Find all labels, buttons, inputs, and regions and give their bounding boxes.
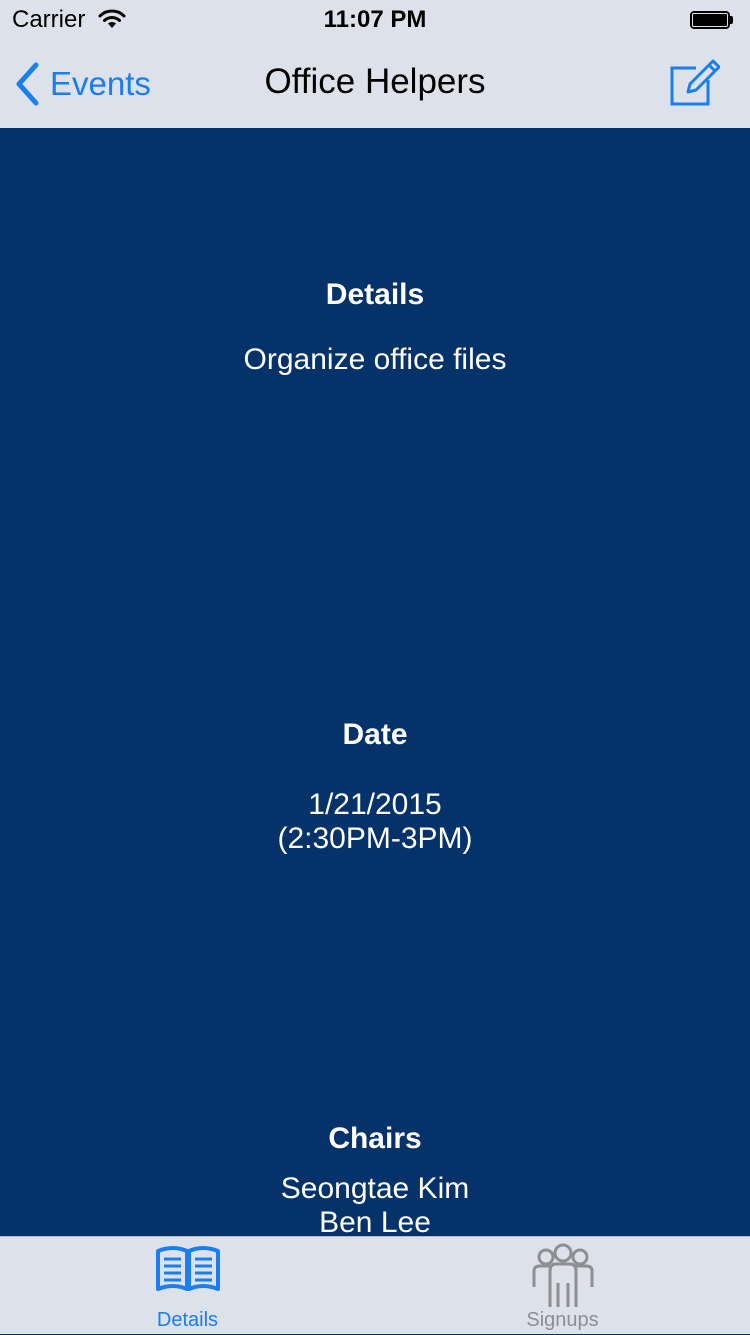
top-bar: Carrier 11:07 PM Events Office Helpers <box>0 0 750 128</box>
compose-icon <box>670 59 721 106</box>
tab-details-label: Details <box>156 1309 219 1331</box>
battery-icon <box>690 11 733 29</box>
tab-signups-label: Signups <box>526 1309 599 1331</box>
tab-bar: Details Signups <box>0 1236 750 1334</box>
event-date: 1/21/2015 <box>308 788 442 821</box>
book-icon <box>155 1246 220 1291</box>
chair-name: Seongtae Kim <box>280 1172 470 1205</box>
tab-signups[interactable]: Signups <box>375 1237 750 1335</box>
group-icon <box>532 1243 593 1307</box>
navigation-bar: Events Office Helpers <box>0 40 750 128</box>
status-bar: Carrier 11:07 PM <box>0 0 750 40</box>
event-time-range: (2:30PM-3PM) <box>277 822 473 855</box>
status-time: 11:07 PM <box>323 6 427 33</box>
details-text: Organize office files <box>243 343 507 376</box>
details-heading: Details <box>325 278 425 311</box>
chairs-heading: Chairs <box>328 1122 422 1155</box>
tab-details[interactable]: Details <box>0 1237 375 1335</box>
event-details: Details Organize office files Date 1/21/… <box>0 128 750 1239</box>
page-title: Office Helpers <box>264 62 486 101</box>
chair-name: Ben Lee <box>319 1206 431 1239</box>
date-heading: Date <box>342 718 408 751</box>
compose-button[interactable] <box>668 58 721 108</box>
